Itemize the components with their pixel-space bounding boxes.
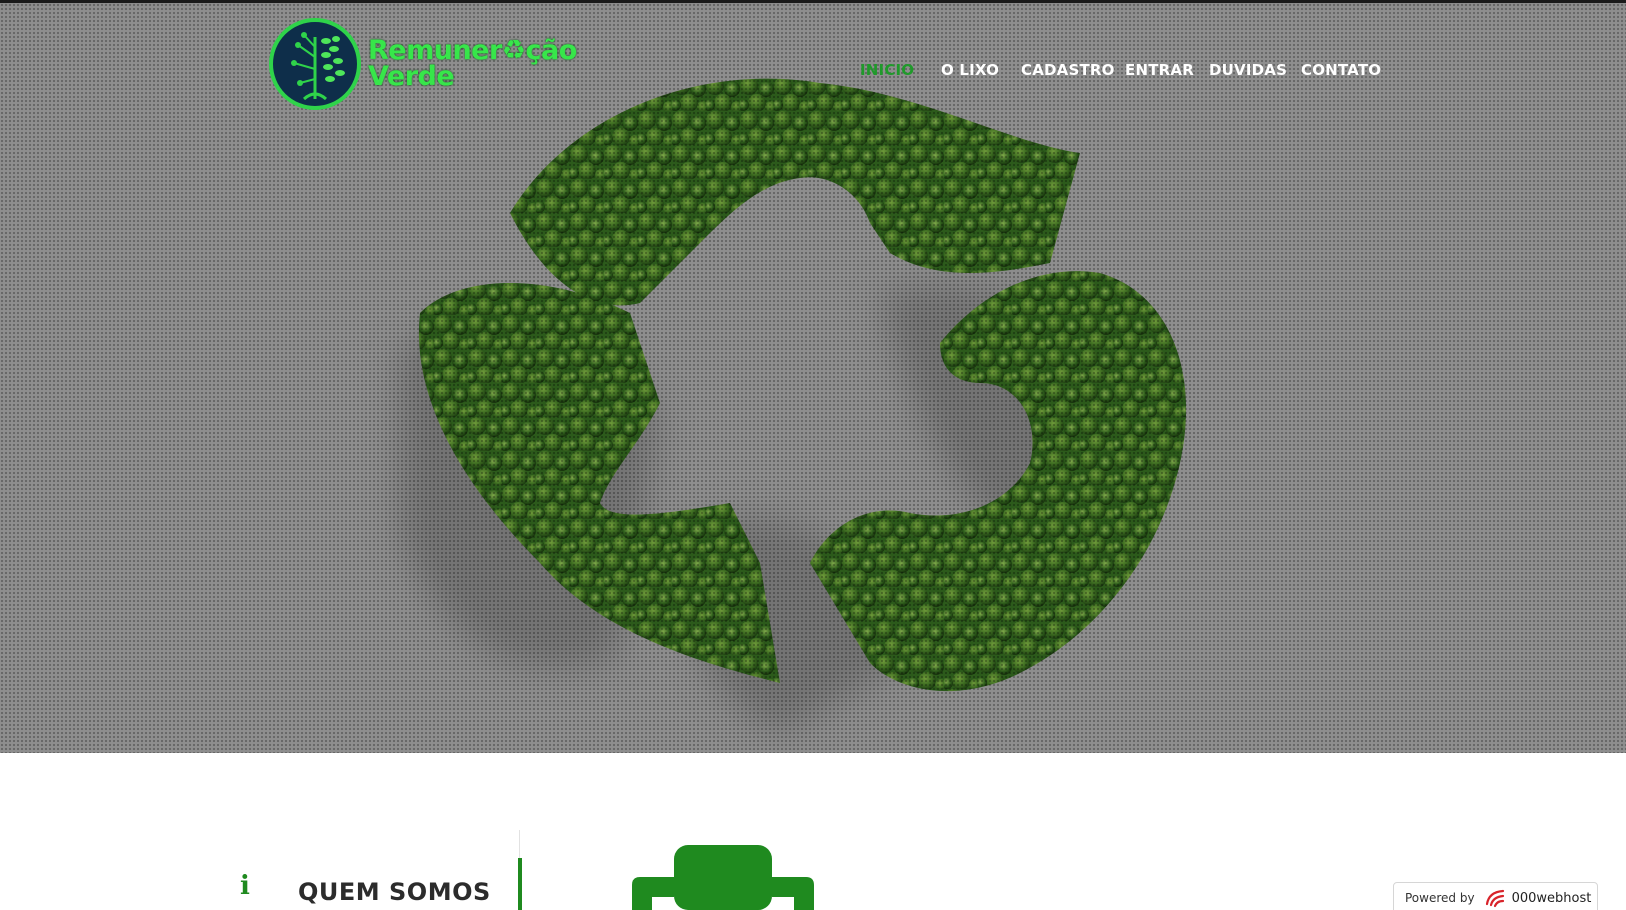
nav-item-o-lixo[interactable]: O LIXO (941, 61, 999, 79)
about-section: i QUEM SOMOS (0, 753, 1626, 910)
hero-banner: Remuner♻ção Verde INICIO O LIXO CADASTRO… (0, 3, 1626, 753)
main-navigation: INICIO O LIXO CADASTRO ENTRAR DUVIDAS CO… (0, 61, 1626, 85)
info-icon: i (240, 871, 250, 901)
badge-brand: 000webhost (1511, 890, 1592, 906)
nav-item-contato[interactable]: CONTATO (1301, 61, 1381, 79)
nav-item-entrar[interactable]: ENTRAR (1125, 61, 1194, 79)
nav-item-cadastro[interactable]: CADASTRO (1021, 61, 1115, 79)
nav-item-inicio[interactable]: INICIO (860, 61, 914, 79)
badge-powered-label: Powered by (1405, 891, 1475, 905)
section-divider-accent (518, 858, 522, 910)
trophy-icon (632, 845, 814, 910)
000webhost-logo-icon (1485, 889, 1504, 908)
nav-item-duvidas[interactable]: DUVIDAS (1209, 61, 1287, 79)
powered-by-badge[interactable]: Powered by 000webhost (1393, 882, 1598, 910)
recycle-trees-image (418, 78, 1187, 692)
section-title: QUEM SOMOS (298, 878, 491, 906)
